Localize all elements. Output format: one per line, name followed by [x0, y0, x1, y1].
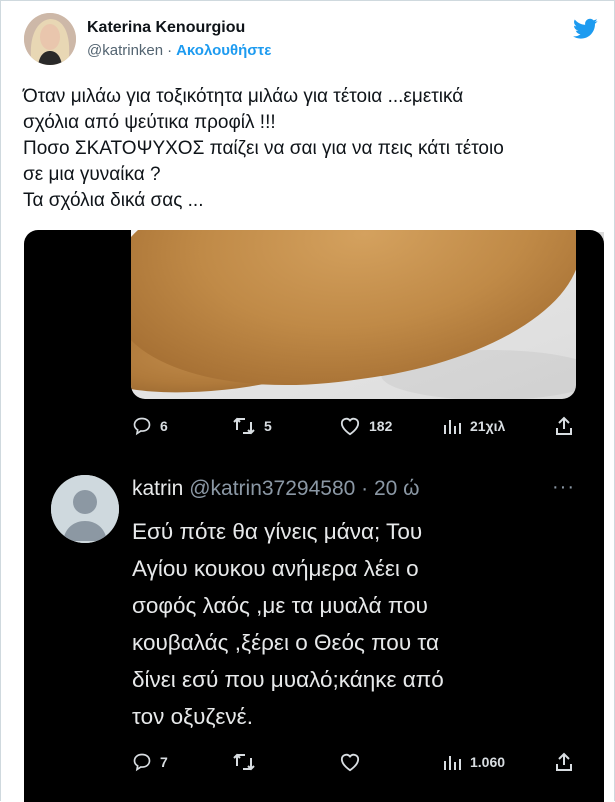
- share-icon: [556, 752, 572, 771]
- attached-screenshot[interactable]: 6 5 182 21χιλ katrin @katrin37294580 · 2…: [24, 230, 604, 802]
- author-avatar[interactable]: [24, 13, 76, 65]
- follow-link[interactable]: Ακολουθήστε: [176, 42, 271, 59]
- twitter-bird-icon[interactable]: [573, 18, 598, 40]
- retweet-icon: [233, 753, 255, 771]
- author-display-name[interactable]: Katerina Kenourgiou: [87, 19, 245, 37]
- reply-handle-time[interactable]: @katrin37294580 · 20 ώ: [189, 477, 419, 500]
- tweet-line: Όταν μιλάω για τοξικότητα μιλάω για τέτο…: [23, 86, 464, 107]
- author-handle[interactable]: @katrinken: [87, 42, 163, 59]
- reply-author-name[interactable]: katrin: [132, 477, 183, 500]
- views-action[interactable]: 1.060: [442, 752, 505, 772]
- reply-count: 6: [160, 418, 168, 434]
- like-action[interactable]: [339, 752, 369, 772]
- tweet-line: σχόλια από ψεύτικα προφίλ !!!: [23, 112, 276, 133]
- reply-header: katrin @katrin37294580 · 20 ώ: [132, 477, 420, 501]
- share-action[interactable]: [554, 416, 582, 436]
- reply-icon: [133, 753, 151, 772]
- bar-chart-icon: [444, 420, 461, 434]
- reply-line: κουβαλάς ,ξέρει ο Θεός που τα: [132, 630, 439, 655]
- reply-action[interactable]: 7: [132, 752, 168, 772]
- reply-line: Εσύ πότε θα γίνεις μάνα; Του: [132, 519, 423, 544]
- reply-line: δίνει εσύ που μυαλό;κάηκε από: [132, 667, 444, 692]
- share-icon: [556, 416, 572, 435]
- reply-avatar[interactable]: [51, 475, 119, 543]
- boots-photo: [131, 230, 576, 399]
- tweet-line: Τα σχόλια δικά σας ...: [23, 190, 204, 211]
- share-action[interactable]: [554, 752, 582, 772]
- bar-chart-icon: [444, 756, 461, 770]
- reply-icon: [133, 417, 151, 436]
- tweet-line: σε μια γυναίκα ?: [23, 164, 161, 185]
- retweet-action[interactable]: [232, 752, 264, 772]
- author-handle-row: @katrinken · Ακολουθήστε: [87, 42, 271, 59]
- heart-icon: [340, 753, 360, 772]
- retweet-count: 5: [264, 418, 272, 434]
- default-avatar-icon: [51, 475, 119, 543]
- views-action[interactable]: 21χιλ: [442, 416, 505, 436]
- retweet-icon: [233, 417, 255, 435]
- reply-action[interactable]: 6: [132, 416, 168, 436]
- heart-icon: [340, 417, 360, 436]
- reply-line: Αγίου κουκου ανήμερα λέει ο: [132, 556, 419, 581]
- like-action[interactable]: 182: [339, 416, 392, 436]
- like-count: 182: [369, 418, 393, 434]
- reply-line: σοφός λαός ,με τα μυαλά που: [132, 593, 428, 618]
- reply-line: τον οξυζενέ.: [132, 704, 253, 729]
- separator-dot: ·: [167, 42, 173, 59]
- view-count: 1.060: [470, 754, 506, 770]
- more-options-icon[interactable]: ···: [552, 476, 575, 499]
- view-count: 21χιλ: [470, 418, 506, 434]
- retweet-action[interactable]: 5: [232, 416, 272, 436]
- reply-text: Εσύ πότε θα γίνεις μάνα; Του Αγίου κουκο…: [132, 513, 582, 735]
- tweet-line: Ποσο ΣΚΑΤΟΨΥΧΟΣ παίζει να σαι για να πει…: [23, 138, 504, 159]
- tweet-text: Όταν μιλάω για τοξικότητα μιλάω για τέτο…: [23, 84, 598, 214]
- reply-count: 7: [160, 754, 168, 770]
